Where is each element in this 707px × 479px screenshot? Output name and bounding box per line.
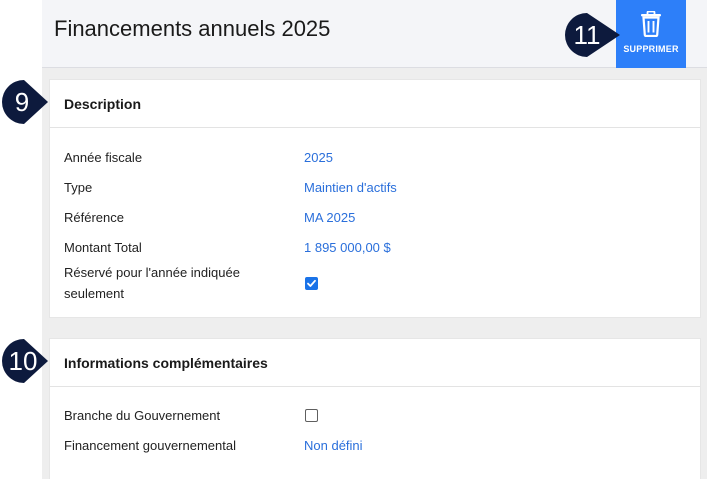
fiscal-year-value[interactable]: 2025 — [304, 147, 333, 168]
description-card-header: Description — [50, 80, 700, 128]
trash-icon — [641, 11, 661, 37]
row-label: Financement gouvernemental — [64, 438, 236, 453]
reserved-year-checkbox[interactable] — [305, 277, 318, 290]
delete-button-label: SUPPRIMER — [623, 44, 679, 54]
reference-value[interactable]: MA 2025 — [304, 207, 355, 228]
type-value[interactable]: Maintien d'actifs — [304, 177, 397, 198]
row-label: Type — [64, 180, 93, 195]
row-label: Année fiscale — [64, 150, 143, 165]
additional-info-card-header: Informations complémentaires — [50, 339, 700, 387]
row-label: Montant Total — [64, 240, 142, 255]
row-label: Référence — [64, 210, 124, 225]
check-icon — [307, 279, 316, 287]
row-reserved-year: Réservé pour l'année indiquée seulement — [64, 262, 684, 304]
additional-info-card-title: Informations complémentaires — [64, 354, 268, 371]
page-title: Financements annuels 2025 — [54, 16, 331, 41]
government-branch-checkbox[interactable] — [305, 409, 318, 422]
description-card-title: Description — [64, 95, 142, 112]
annotation-badge-11-label: 11 — [573, 19, 601, 50]
additional-info-card: Informations complémentaires Branche du … — [49, 338, 701, 479]
row-label: Réservé pour l'année indiquée seulement — [64, 265, 240, 301]
delete-button[interactable]: SUPPRIMER — [616, 0, 686, 68]
annotation-badge-11: 11 — [560, 11, 622, 59]
description-card: Description Année fiscale 2025 Type Main… — [49, 79, 701, 318]
total-amount-value[interactable]: 1 895 000,00 $ — [304, 237, 391, 258]
page: Financements annuels 2025 SUPPRIMER Desc… — [42, 0, 707, 479]
row-label: Branche du Gouvernement — [64, 408, 221, 423]
annotation-badge-10: 10 — [0, 337, 50, 385]
annotation-badge-9: 9 — [0, 78, 50, 126]
annotation-badge-10-label: 10 — [8, 345, 38, 376]
annotation-badge-9-label: 9 — [14, 86, 30, 117]
government-funding-value[interactable]: Non défini — [304, 435, 363, 456]
